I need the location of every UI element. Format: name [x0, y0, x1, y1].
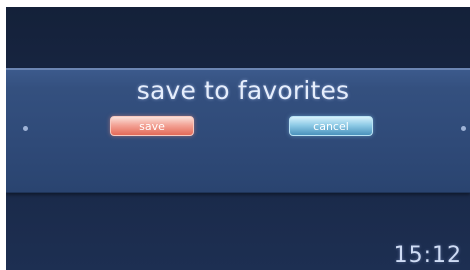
scroll-right-indicator-icon: [461, 126, 466, 131]
save-favorites-dialog: save to favorites save cancel: [6, 68, 470, 193]
device-screen: save to favorites save cancel 15:12: [6, 7, 470, 270]
dialog-title: save to favorites: [136, 76, 350, 105]
cancel-button[interactable]: cancel: [289, 116, 373, 136]
clock: 15:12: [393, 243, 462, 268]
save-button[interactable]: save: [110, 116, 194, 136]
scroll-left-indicator-icon: [23, 126, 28, 131]
